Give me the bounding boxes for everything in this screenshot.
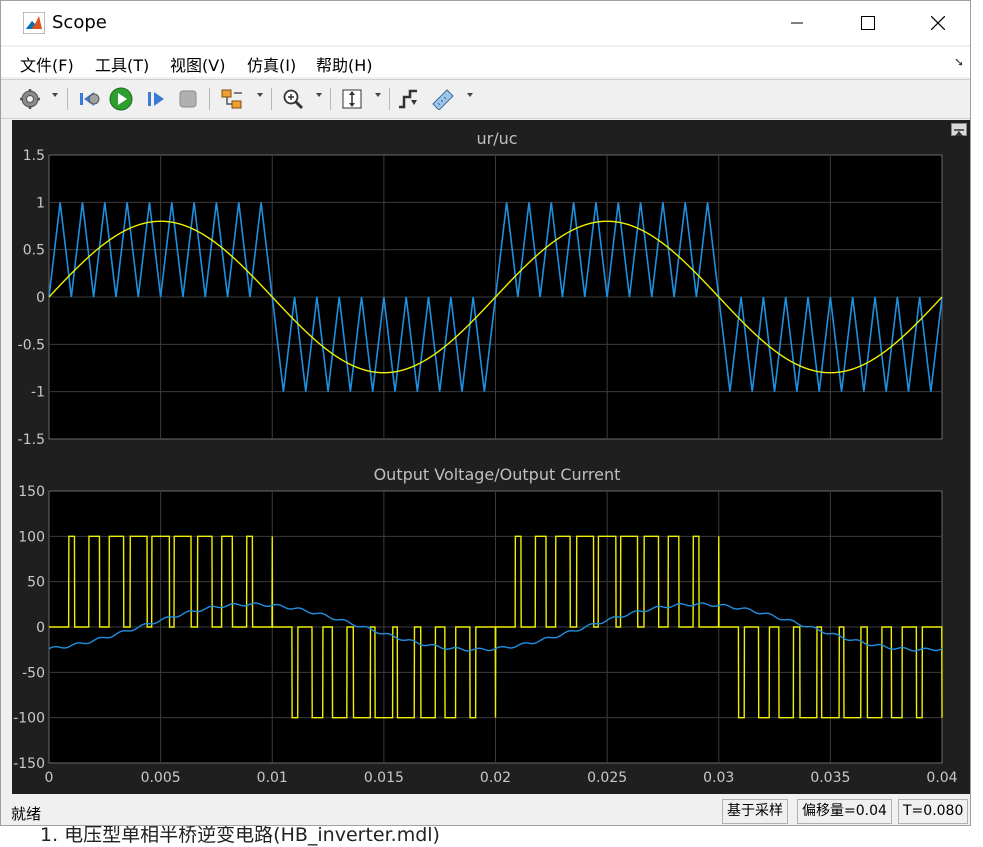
matlab-logo-icon: [23, 12, 45, 34]
time-indicator: T=0.080: [898, 799, 969, 824]
step-back-button[interactable]: [77, 87, 101, 111]
menu-simulation[interactable]: 仿真(I): [247, 52, 296, 76]
stop-button[interactable]: [176, 87, 200, 111]
autoscale-dropdown-icon[interactable]: [375, 93, 381, 97]
zoom-icon: [283, 89, 304, 110]
offset-indicator: 偏移量=0.04: [797, 799, 892, 824]
minimize-button[interactable]: [774, 1, 820, 45]
close-icon: [931, 16, 945, 30]
settings-button[interactable]: [18, 87, 42, 111]
title-bar[interactable]: Scope: [1, 1, 970, 45]
toolbar: [1, 79, 970, 119]
scope-window: Scope 文件(F) 工具(T) 视图(V) 仿真(I) 帮助(H) ➘ ur…: [0, 0, 971, 826]
zoom-dropdown-icon[interactable]: [316, 93, 322, 97]
autoscale-button[interactable]: [340, 87, 364, 111]
stop-icon: [179, 90, 197, 108]
sample-mode-indicator: 基于采样: [722, 799, 788, 824]
status-text: 就绪: [11, 805, 42, 823]
menu-file[interactable]: 文件(F): [20, 52, 74, 76]
menu-bar: 文件(F) 工具(T) 视图(V) 仿真(I) 帮助(H) ➘: [1, 47, 970, 77]
maximize-button[interactable]: [845, 1, 891, 45]
autoscale-icon: [342, 89, 362, 109]
menu-expand-icon[interactable]: ➘: [954, 55, 964, 69]
menu-view[interactable]: 视图(V): [170, 52, 225, 76]
settings-dropdown-icon[interactable]: [52, 93, 58, 97]
scope-plot-area: [12, 120, 970, 794]
measurements-button[interactable]: [431, 87, 455, 111]
close-button[interactable]: [915, 1, 961, 45]
menu-help[interactable]: 帮助(H): [316, 52, 373, 76]
status-bar: 就绪 基于采样 偏移量=0.04 T=0.080: [1, 796, 970, 825]
maximize-icon: [861, 16, 875, 30]
minimize-icon: [791, 22, 803, 24]
window-title: Scope: [52, 12, 107, 33]
step-back-icon: [80, 92, 100, 106]
menu-tools[interactable]: 工具(T): [95, 52, 149, 76]
toolbar-separator: [271, 88, 272, 110]
run-button[interactable]: [109, 87, 133, 111]
toolbar-separator: [330, 88, 331, 110]
triggers-icon: [399, 89, 417, 109]
step-forward-button[interactable]: [144, 87, 168, 111]
settings-icon: [20, 89, 40, 109]
triggers-button[interactable]: [396, 87, 420, 111]
highlight-dropdown-icon[interactable]: [257, 93, 263, 97]
run-icon: [109, 87, 133, 111]
undock-button[interactable]: [951, 123, 967, 136]
toolbar-separator: [389, 88, 390, 110]
toolbar-separator: [67, 88, 68, 110]
measurements-icon: [432, 89, 454, 110]
toolbar-separator: [209, 88, 210, 110]
zoom-button[interactable]: [281, 87, 305, 111]
undock-icon: [954, 129, 964, 136]
highlight-icon: [221, 89, 242, 109]
step-forward-icon: [148, 92, 164, 106]
measurements-dropdown-icon[interactable]: [467, 93, 473, 97]
highlight-block-button[interactable]: [220, 87, 244, 111]
